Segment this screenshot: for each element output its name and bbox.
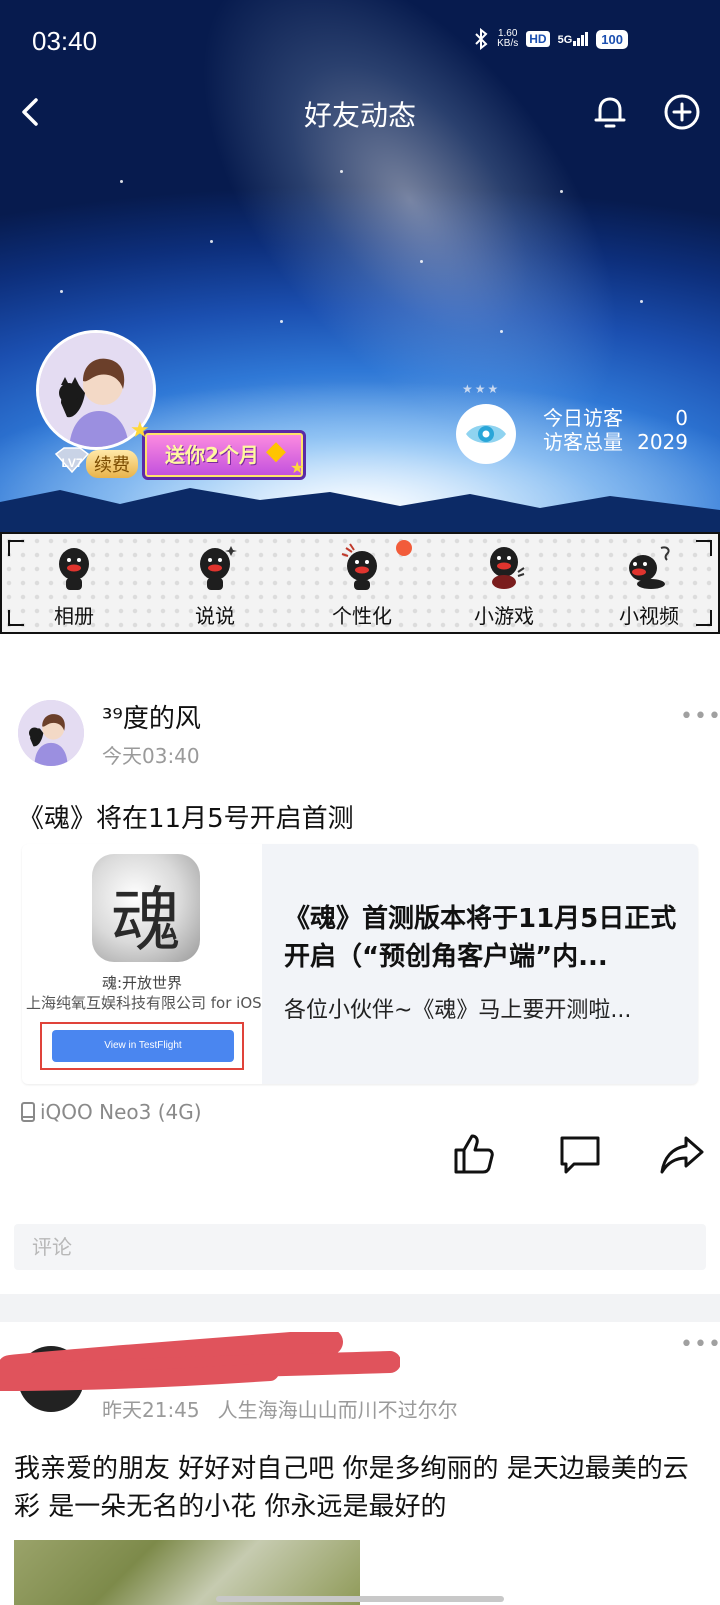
quick-item-video[interactable]: 小视频 (594, 542, 704, 630)
like-thumbs-up-icon[interactable] (450, 1130, 498, 1178)
avatar-illustration (18, 700, 84, 766)
signal-label: 5G (557, 34, 573, 46)
more-options-icon[interactable]: ••• (680, 1332, 720, 1357)
quick-item-moments[interactable]: 说说 (160, 542, 270, 630)
post-author-avatar[interactable] (18, 700, 84, 766)
quick-item-label: 说说 (195, 604, 235, 628)
star (420, 260, 423, 263)
feed-post: ••• 昨天21:45 人生海海山山而川不过尔尔 我亲爱的朋友 好好对自己吧 你是… (0, 1322, 720, 1605)
post-signature: 人生海海山山而川不过尔尔 (217, 1398, 458, 1422)
visitor-today-label: 今日访客 (543, 406, 623, 430)
device-name: iQOO Neo3 (4G) (40, 1100, 202, 1124)
comment-bubble-icon[interactable] (556, 1130, 604, 1178)
status-time: 03:40 (32, 26, 98, 56)
hd-voice-badge: HD (526, 31, 550, 47)
visitor-stars-icon: ★★★ (462, 382, 501, 396)
share-arrow-icon[interactable] (658, 1130, 706, 1178)
link-card-title: 《魂》首测版本将于11月5日正式开启（“预创角客户端”内... (284, 904, 677, 972)
post-timestamp: 昨天21:45 (102, 1398, 200, 1422)
post-meta: 昨天21:45 人生海海山山而川不过尔尔 (102, 1394, 476, 1423)
battery-indicator: 100 (596, 29, 628, 49)
mascot-moments-icon (200, 546, 237, 590)
network-speed-unit: KB/s (497, 38, 519, 49)
level-text: LV7 (61, 456, 83, 470)
star (500, 330, 503, 333)
post-device: iQOO Neo3 (4G) (20, 1100, 202, 1124)
visitor-total-label: 访客总量 (543, 430, 623, 454)
shared-link-card[interactable]: 魂 魂:开放世界 上海纯氧互娱科技有限公司 for iOS View in Te… (22, 844, 698, 1084)
star (60, 290, 63, 293)
notification-dot (396, 540, 412, 556)
phone-icon (21, 1102, 35, 1122)
star (120, 180, 123, 183)
comment-input[interactable]: 评论 (14, 1224, 706, 1270)
status-icons: 1.60 KB/s HD 5G 100 (473, 28, 628, 50)
post-body-text: 《魂》将在11月5号开启首测 (18, 804, 354, 834)
link-card-description: 各位小伙伴~《魂》马上要开测啦... (284, 998, 632, 1023)
app-icon: 魂 (92, 854, 200, 962)
quick-menu-strip: 相册 说说 个性化 小游戏 小视频 (0, 532, 720, 634)
bell-icon[interactable] (588, 90, 632, 134)
feed-post: ³⁹度的风 今天03:40 ••• 《魂》将在11月5号开启首测 魂 魂:开放世… (0, 634, 720, 1294)
top-nav: 好友动态 (0, 86, 720, 142)
mascot-album-icon (59, 548, 89, 590)
star (280, 320, 283, 323)
visitor-today-row: 今日访客 0 (543, 406, 688, 430)
quick-item-label: 小视频 (619, 604, 679, 628)
link-thumbnail: 魂 魂:开放世界 上海纯氧互娱科技有限公司 for iOS View in Te… (22, 844, 262, 1084)
visitor-total-row: 访客总量 2029 (543, 430, 688, 454)
profile-cover: 03:40 1.60 KB/s HD 5G 100 好友动态 LV7 续费 送你… (0, 0, 720, 532)
star-icon: ★ (290, 458, 305, 477)
star (560, 190, 563, 193)
post-timestamp: 今天03:40 (102, 744, 200, 768)
quick-item-label: 个性化 (332, 604, 392, 628)
eye-icon (466, 425, 506, 443)
app-root: 03:40 1.60 KB/s HD 5G 100 好友动态 LV7 续费 送你… (0, 0, 720, 1605)
network-speed: 1.60 KB/s (497, 29, 518, 49)
visitor-stats[interactable]: 今日访客 0 访客总量 2029 (543, 406, 688, 454)
app-icon-glyph: 魂 (111, 879, 181, 961)
add-circle-icon[interactable] (660, 90, 704, 134)
quick-item-label: 相册 (54, 604, 94, 628)
renew-badge[interactable]: 续费 (86, 450, 138, 478)
redaction-scribble (0, 1332, 400, 1391)
mascot-game-icon (490, 547, 525, 589)
star (340, 170, 343, 173)
mascot-personalize-icon (341, 543, 377, 590)
diamond-icon: ◆ (266, 436, 286, 466)
signal-icon: 5G (558, 32, 589, 46)
bluetooth-icon (475, 28, 488, 50)
post-author-name[interactable]: ³⁹度的风 (102, 698, 201, 735)
quick-item-game[interactable]: 小游戏 (449, 542, 559, 630)
quick-item-label: 小游戏 (474, 604, 534, 628)
post-body-text: 我亲爱的朋友 好好对自己吧 你是多绚丽的 是天边最美的云彩 是一朵无名的小花 你… (14, 1454, 689, 1522)
gift-banner-text: 送你2个月 (165, 443, 259, 467)
more-options-icon[interactable]: ••• (680, 704, 720, 729)
status-bar: 03:40 1.60 KB/s HD 5G 100 (0, 0, 720, 86)
thumbnail-app-name: 魂:开放世界 (101, 974, 183, 992)
quick-item-album[interactable]: 相册 (19, 542, 129, 630)
star (640, 300, 643, 303)
star-icon: ★ (130, 418, 150, 443)
post-separator (0, 1294, 720, 1322)
testflight-button: View in TestFlight (52, 1030, 234, 1062)
star (210, 240, 213, 243)
visitor-today-count: 0 (675, 406, 688, 430)
mascot-video-icon (629, 546, 670, 589)
visitor-eye-button[interactable] (456, 404, 516, 464)
home-indicator (216, 1596, 504, 1602)
visitor-total-count: 2029 (637, 430, 688, 454)
testflight-highlight-frame: View in TestFlight (40, 1022, 244, 1070)
thumbnail-publisher: 上海纯氧互娱科技有限公司 for iOS (26, 994, 262, 1012)
